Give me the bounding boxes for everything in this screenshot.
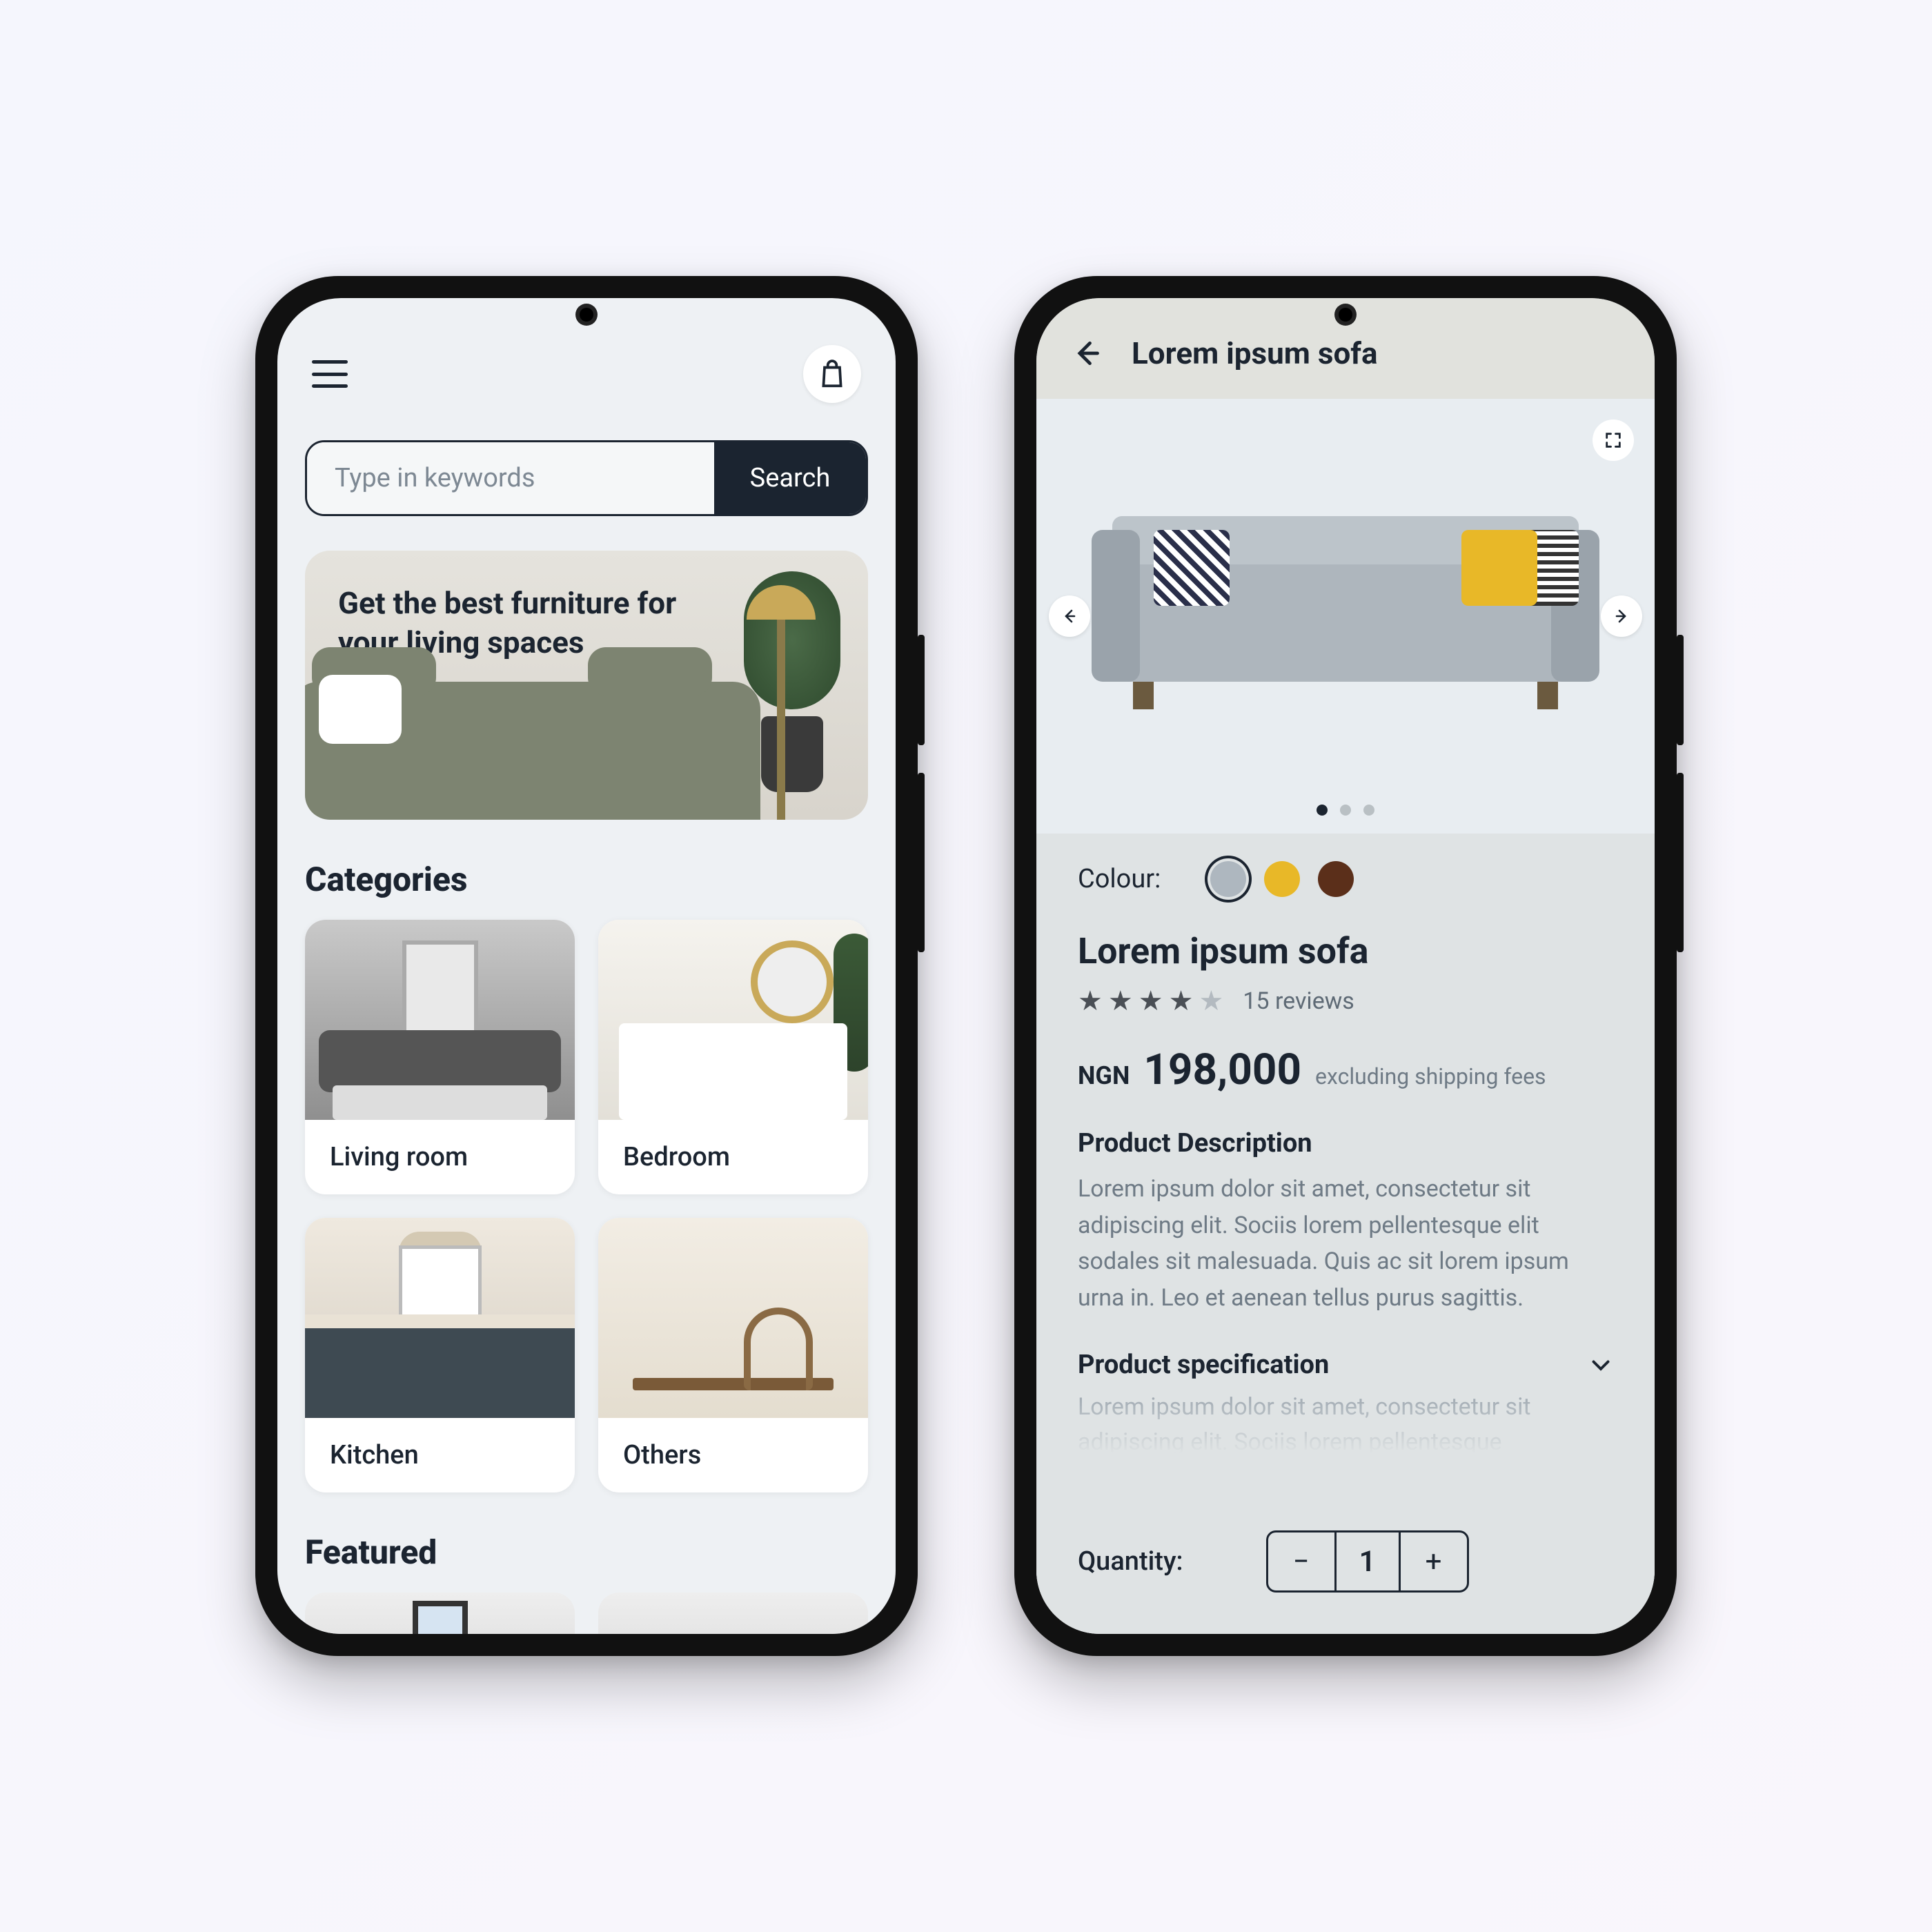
star-icon: ★ [1169, 985, 1194, 1017]
featured-item[interactable] [598, 1593, 868, 1634]
spec-toggle[interactable]: Product specification [1078, 1350, 1613, 1380]
category-label: Bedroom [598, 1120, 868, 1194]
gallery-dot[interactable] [1363, 805, 1374, 816]
category-bedroom[interactable]: Bedroom [598, 920, 868, 1194]
quantity-label: Quantity: [1078, 1546, 1183, 1577]
product-name: Lorem ipsum sofa [1078, 930, 1613, 972]
spec-heading: Product specification [1078, 1350, 1329, 1380]
search-button[interactable]: Search [714, 442, 866, 514]
reviews-count[interactable]: 15 reviews [1243, 987, 1354, 1015]
product-image [1092, 482, 1599, 709]
category-others[interactable]: Others [598, 1218, 868, 1492]
chevron-down-icon [1588, 1352, 1613, 1377]
spec-preview: Lorem ipsum dolor sit amet, consectetur … [1078, 1390, 1613, 1460]
colour-swatch[interactable] [1318, 861, 1354, 897]
search-input[interactable]: Type in keywords [307, 442, 714, 514]
star-icon: ★ [1078, 985, 1103, 1017]
qty-value: 1 [1334, 1532, 1401, 1590]
star-icon: ★ [1108, 985, 1133, 1017]
qty-increase[interactable]: + [1401, 1532, 1467, 1590]
category-kitchen[interactable]: Kitchen [305, 1218, 575, 1492]
colour-swatch[interactable] [1210, 861, 1246, 897]
gallery-dots [1036, 805, 1655, 816]
chevron-right-icon [1613, 608, 1630, 624]
page-title: Lorem ipsum sofa [1132, 335, 1378, 371]
expand-button[interactable] [1593, 420, 1634, 461]
gallery-dot[interactable] [1317, 805, 1328, 816]
rating: ★ ★ ★ ★ ★ 15 reviews [1078, 985, 1613, 1017]
category-label: Kitchen [305, 1418, 575, 1492]
category-label: Living room [305, 1120, 575, 1194]
price: 198,000 [1143, 1045, 1301, 1095]
search-bar: Type in keywords Search [305, 440, 868, 516]
description-text: Lorem ipsum dolor sit amet, consectetur … [1078, 1171, 1613, 1317]
colour-swatch[interactable] [1264, 861, 1300, 897]
qty-decrease[interactable]: − [1268, 1532, 1334, 1590]
cart-button[interactable] [803, 345, 861, 403]
expand-icon [1604, 431, 1623, 450]
shipping-note: excluding shipping fees [1315, 1063, 1546, 1090]
description-heading: Product Description [1078, 1128, 1613, 1159]
category-label: Others [598, 1418, 868, 1492]
category-living-room[interactable]: Living room [305, 920, 575, 1194]
gallery-prev[interactable] [1049, 595, 1090, 637]
bag-icon [819, 359, 845, 389]
product-header: Lorem ipsum sofa [1036, 298, 1655, 399]
chevron-left-icon [1061, 608, 1078, 624]
categories-heading: Categories [305, 860, 868, 899]
star-icon: ★ [1138, 985, 1163, 1017]
featured-item[interactable] [305, 1593, 575, 1634]
quantity-stepper: − 1 + [1266, 1530, 1469, 1593]
menu-icon[interactable] [312, 360, 348, 388]
colour-label: Colour: [1078, 864, 1161, 894]
star-icon: ★ [1199, 985, 1223, 1017]
gallery-next[interactable] [1601, 595, 1642, 637]
back-icon[interactable] [1071, 338, 1101, 368]
promo-banner[interactable]: Get the best furniture for your living s… [305, 551, 868, 820]
gallery-dot[interactable] [1340, 805, 1351, 816]
product-gallery [1036, 399, 1655, 834]
featured-heading: Featured [305, 1532, 868, 1572]
currency: NGN [1078, 1061, 1130, 1090]
